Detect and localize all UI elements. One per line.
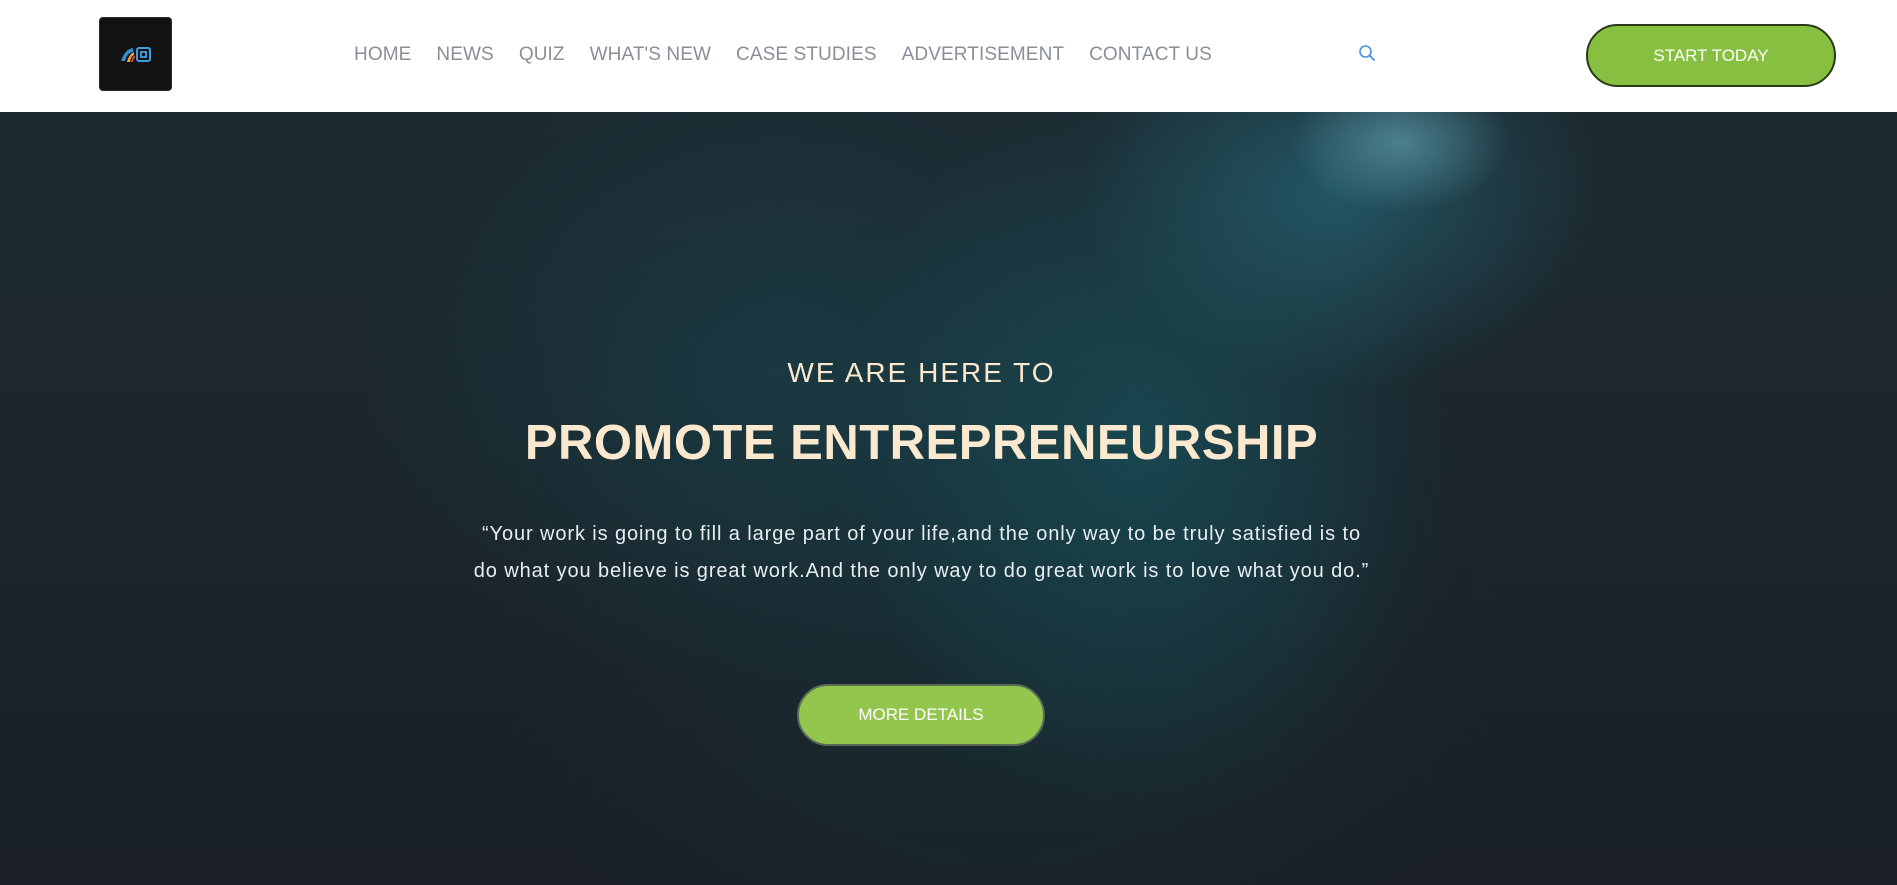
hero-content: WE ARE HERE TO PROMOTE ENTREPRENEURSHIP … [0,112,1843,885]
search-button[interactable] [1358,44,1376,62]
nav-item-home[interactable]: HOME [354,44,411,66]
main-nav: HOME NEWS QUIZ WHAT'S NEW CASE STUDIES A… [354,0,1212,110]
nav-item-advertisement[interactable]: ADVERTISEMENT [902,44,1064,66]
nav-item-news[interactable]: NEWS [436,44,493,66]
start-today-button[interactable]: START TODAY [1586,24,1836,87]
brand-logo-icon [120,47,151,62]
hero-eyebrow: WE ARE HERE TO [787,357,1056,388]
more-details-button[interactable]: MORE DETAILS [797,684,1045,746]
hero-quote: “Your work is going to fill a large part… [473,523,1370,582]
site-header: HOME NEWS QUIZ WHAT'S NEW CASE STUDIES A… [0,0,1897,112]
search-icon [1359,45,1375,61]
nav-item-contact-us[interactable]: CONTACT US [1089,44,1212,66]
nav-item-quiz[interactable]: QUIZ [519,44,565,66]
nav-item-whats-new[interactable]: WHAT'S NEW [590,44,711,66]
hero-section: WE ARE HERE TO PROMOTE ENTREPRENEURSHIP … [0,112,1897,885]
nav-item-case-studies[interactable]: CASE STUDIES [736,44,877,66]
brand-logo[interactable] [99,17,172,91]
hero-headline: PROMOTE ENTREPRENEURSHIP [524,416,1319,470]
